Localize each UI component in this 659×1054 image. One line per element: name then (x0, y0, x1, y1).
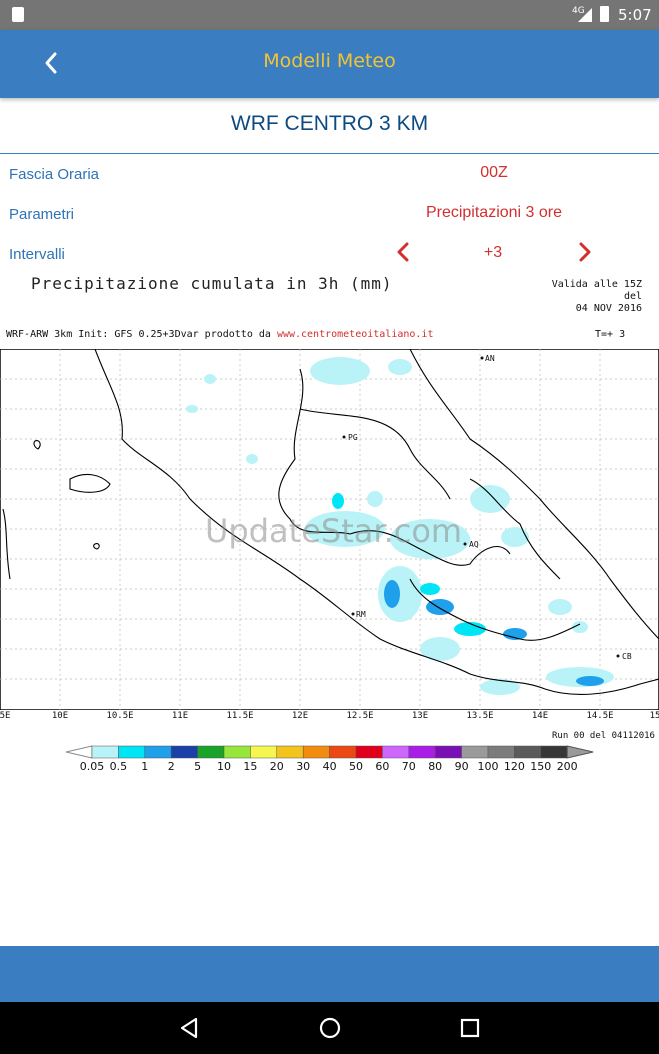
x-tick-label: 13E (411, 711, 429, 721)
nav-home-button[interactable] (316, 1014, 344, 1042)
legend-swatch (302, 745, 330, 759)
battery-icon (600, 6, 609, 22)
legend-label: 15 (243, 760, 258, 773)
map-title: Precipitazione cumulata in 3h (mm) (31, 274, 393, 293)
map-valid-time: Valida alle 15Z del 04 NOV 2016 (530, 279, 642, 315)
chevron-left-icon (397, 242, 409, 262)
x-tick-label: 12.5E (346, 711, 374, 721)
legend-swatch (382, 745, 410, 759)
legend-swatch (250, 745, 278, 759)
legend-label: 20 (269, 760, 284, 773)
run-label: Run 00 del 04112016 (552, 731, 655, 741)
legend-label: 30 (296, 760, 311, 773)
city-label-an: AN (485, 354, 495, 363)
signal-icon (578, 8, 592, 22)
valid-line-1: Valida alle 15Z del (551, 279, 642, 302)
status-time: 5:07 (618, 6, 652, 24)
x-tick-label: 15 (649, 711, 659, 721)
x-tick-label: 13.5E (466, 711, 494, 721)
legend-swatch (144, 745, 172, 759)
footer-bar (0, 946, 659, 1002)
legend-swatch (223, 745, 251, 759)
x-tick-label: 14.5E (586, 711, 614, 721)
app-bar: Modelli Meteo (0, 30, 659, 98)
legend-swatch (329, 745, 357, 759)
legend-swatch (170, 745, 198, 759)
legend-swatch (434, 745, 462, 759)
legend-label: 120 (503, 760, 525, 773)
x-tick-label: 10E (51, 711, 69, 721)
x-tick-label: 14E (531, 711, 549, 721)
legend-label: 0.5 (109, 760, 128, 773)
legend-label: 10 (217, 760, 231, 773)
legend-label: 5 (194, 760, 202, 773)
model-info: WRF-ARW 3km Init: GFS 0.25+3Dvar prodott… (6, 329, 433, 340)
legend-swatch (408, 745, 436, 759)
legend-label: 100 (477, 760, 499, 773)
nav-recents-button[interactable] (456, 1014, 484, 1042)
interval-prev-button[interactable] (394, 238, 412, 272)
legend-label: 60 (375, 760, 390, 773)
nav-recents-icon (460, 1018, 480, 1038)
interval-value: +3 (483, 244, 503, 261)
legend-swatch (514, 745, 542, 759)
system-nav-bar (0, 1002, 659, 1054)
x-tick-label: 11.5E (226, 711, 254, 721)
parametri-selector[interactable]: Precipitazioni 3 ore (404, 204, 584, 222)
color-legend (66, 745, 594, 759)
legend-swatch (355, 745, 383, 759)
legend-label: 0.05 (79, 760, 105, 773)
valid-line-2: 04 NOV 2016 (575, 303, 642, 314)
nav-home-icon (319, 1017, 341, 1039)
legend-label: 70 (401, 760, 416, 773)
nav-back-icon (180, 1017, 198, 1039)
interval-next-button[interactable] (576, 238, 594, 272)
legend-label: 80 (428, 760, 443, 773)
fascia-oraria-selector[interactable]: 00Z (444, 164, 544, 182)
legend-label: 200 (556, 760, 578, 773)
legend-swatch (197, 745, 225, 759)
parametri-label: Parametri (9, 206, 75, 223)
legend-swatch (461, 745, 489, 759)
page-title: WRF CENTRO 3 KM (230, 112, 429, 135)
legend-label: 50 (349, 760, 363, 773)
x-tick-label: 12E (291, 711, 309, 721)
legend-label: 150 (530, 760, 552, 773)
intervalli-label: Intervalli (9, 246, 65, 263)
legend-swatch (91, 745, 119, 759)
watermark: UpdateStar.com (205, 512, 463, 550)
app-title: Modelli Meteo (263, 50, 396, 72)
model-info-text: WRF-ARW 3km Init: GFS 0.25+3Dvar prodott… (6, 329, 271, 340)
legend-swatch (487, 745, 515, 759)
legend-swatch (276, 745, 304, 759)
x-tick-label: 11E (171, 711, 189, 721)
legend-swatch (118, 745, 146, 759)
x-tick-label: 10.5E (106, 711, 134, 721)
legend-max-arrow (566, 745, 594, 759)
timestep-label: T=+ 3 (595, 329, 626, 340)
legend-label: 2 (167, 760, 175, 773)
x-tick-label: 5E (0, 711, 11, 721)
status-bar: 4G 5:07 (0, 0, 659, 30)
chevron-right-icon (579, 242, 591, 262)
source-link[interactable]: www.centrometeoitaliano.it (277, 329, 434, 340)
legend-swatch (540, 745, 568, 759)
fascia-oraria-label: Fascia Oraria (9, 166, 100, 183)
legend-label: 1 (141, 760, 149, 773)
city-label-rm: RM (356, 610, 366, 619)
legend-label: 40 (322, 760, 337, 773)
city-label-pg: PG (348, 433, 358, 442)
legend-label: 90 (454, 760, 469, 773)
legend-min-arrow (66, 745, 93, 759)
nav-back-button[interactable] (176, 1014, 204, 1042)
sd-card-icon (12, 7, 24, 22)
city-label-cb: CB (622, 652, 632, 661)
city-label-aq: AQ (469, 540, 479, 549)
divider (0, 153, 659, 154)
